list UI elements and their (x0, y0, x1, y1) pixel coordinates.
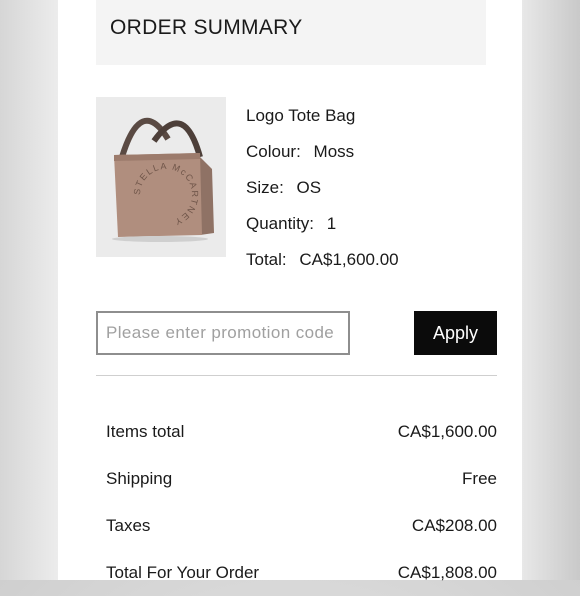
tote-bag-image: STELLA McCARTNEY (112, 117, 214, 242)
product-total: Total: CA$1,600.00 (246, 248, 399, 284)
product-size: Size: OS (246, 176, 399, 212)
summary-title: ORDER SUMMARY (110, 16, 303, 39)
shipping-value: Free (462, 468, 497, 488)
quantity-value: 1 (326, 214, 337, 233)
product-name[interactable]: Logo Tote Bag (246, 104, 399, 140)
backdrop-right (522, 0, 580, 580)
colour-label: Colour: (246, 142, 301, 161)
items-total-row: Items total CA$1,600.00 (96, 408, 497, 455)
taxes-value: CA$208.00 (411, 515, 497, 535)
totals-section: Items total CA$1,600.00 Shipping Free Ta… (96, 408, 497, 596)
summary-header: ORDER SUMMARY (96, 0, 486, 65)
apply-button[interactable]: Apply (414, 311, 497, 355)
backdrop-left (0, 0, 58, 580)
size-value: OS (296, 178, 322, 197)
product-details: Logo Tote Bag Colour: Moss Size: OS Quan… (246, 104, 399, 284)
items-total-value: CA$1,600.00 (397, 421, 497, 441)
taxes-row: Taxes CA$208.00 (96, 502, 497, 549)
order-total-row: Total For Your Order CA$1,808.00 (96, 549, 497, 596)
product-total-label: Total: (246, 250, 287, 269)
shipping-label: Shipping (106, 468, 173, 488)
divider (96, 375, 497, 376)
colour-value: Moss (313, 142, 355, 161)
product-quantity: Quantity: 1 (246, 212, 399, 248)
size-label: Size: (246, 178, 284, 197)
items-total-label: Items total (106, 421, 185, 441)
product-total-value: CA$1,600.00 (299, 250, 399, 269)
promo-code-input[interactable] (96, 311, 350, 355)
quantity-label: Quantity: (246, 214, 315, 233)
order-summary-panel: ORDER SUMMARY STELLA McCARTNEY Logo Tote… (58, 0, 522, 582)
shipping-row: Shipping Free (96, 455, 497, 502)
product-colour: Colour: Moss (246, 140, 399, 176)
product-image[interactable]: STELLA McCARTNEY (96, 97, 226, 257)
taxes-label: Taxes (106, 515, 151, 535)
